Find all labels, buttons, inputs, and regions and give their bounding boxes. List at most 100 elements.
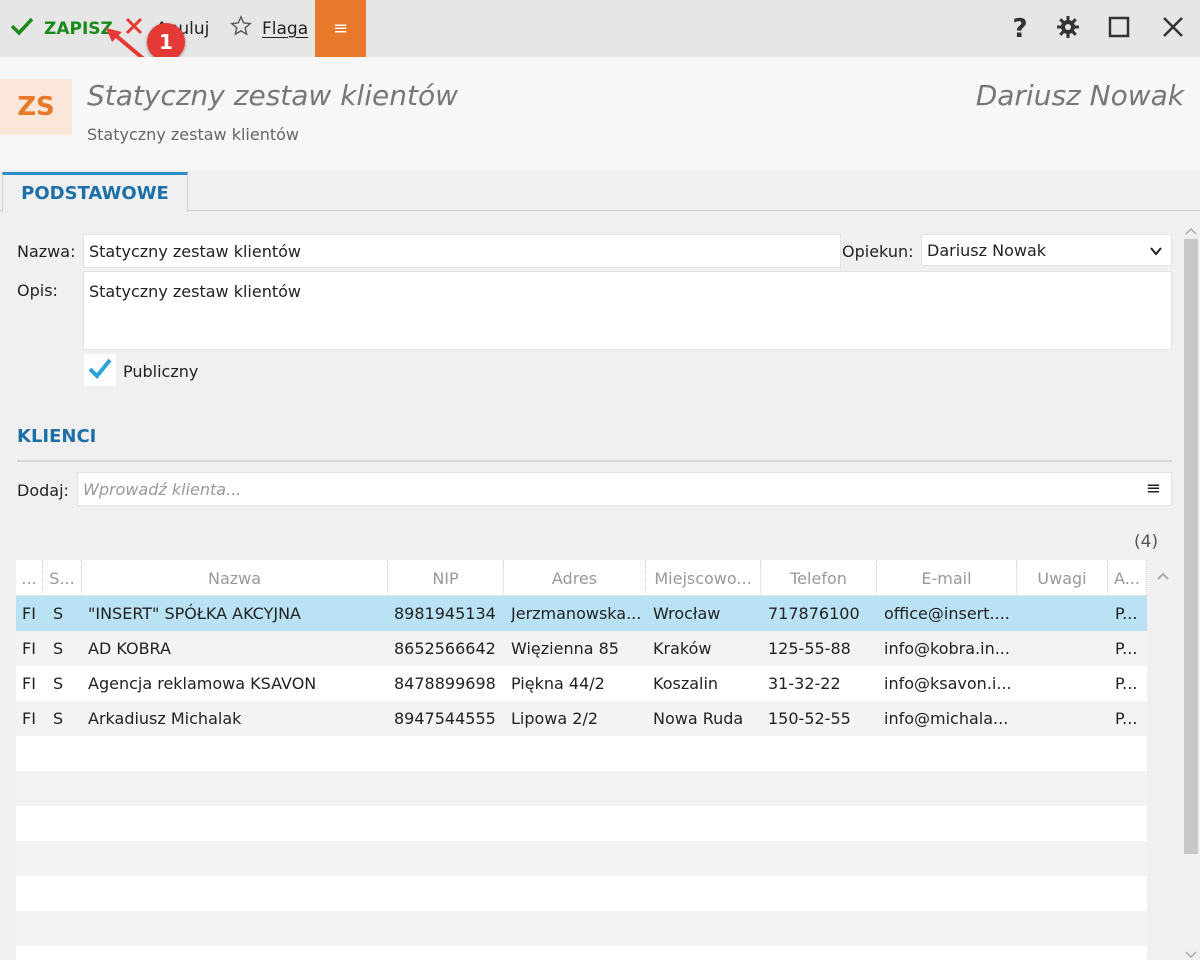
table-cell: Agencja reklamowa KSAVON (88, 674, 317, 693)
hamburger-icon: ≡ (332, 18, 349, 39)
maximize-button[interactable] (1099, 0, 1139, 57)
table-cell: Arkadiusz Michalak (88, 709, 242, 728)
save-button[interactable]: ZAPISZ (10, 0, 113, 57)
page-subtitle: Statyczny zestaw klientów (87, 125, 299, 144)
description-textarea[interactable]: Statyczny zestaw klientów (83, 271, 1172, 350)
table-cell: 8478899698 (394, 674, 496, 693)
star-icon (230, 15, 252, 42)
table-cell: P... (1115, 639, 1138, 658)
client-count: (4) (1134, 532, 1159, 552)
table-cell: 150-52-55 (768, 709, 851, 728)
table-cell: 31-32-22 (768, 674, 841, 693)
table-cell (1024, 666, 1108, 701)
table-cell: S (53, 604, 64, 623)
scrollbar[interactable] (1182, 212, 1200, 960)
column-header[interactable]: NIP (388, 560, 504, 596)
table-cell: info@ksavon.i... (884, 674, 1012, 693)
table-cell: Nowa Ruda (653, 709, 744, 728)
settings-button[interactable] (1048, 0, 1088, 57)
add-client-label: Dodaj: (17, 481, 69, 500)
description-label: Opis: (17, 281, 58, 300)
public-label: Publiczny (123, 362, 199, 381)
flag-label: Flaga (262, 18, 309, 39)
close-window-button[interactable] (1153, 0, 1193, 57)
empty-table-row (16, 736, 1147, 771)
maximize-icon (1108, 16, 1130, 42)
add-client-placeholder: Wprowadź klienta... (83, 479, 242, 499)
add-client-input[interactable]: Wprowadź klienta... ≡ (77, 472, 1172, 506)
name-label: Nazwa: (17, 242, 76, 261)
close-icon (1162, 16, 1184, 42)
clients-table: ... S... Nazwa NIP Adres Miejscowo... Telefon E… (16, 560, 1147, 960)
help-button[interactable]: ? (1000, 0, 1040, 57)
table-cell: Lipowa 2/2 (511, 709, 599, 728)
table-cell: office@insert.... (884, 604, 1010, 623)
column-header[interactable]: Telefon (761, 560, 877, 596)
column-header[interactable]: S... (43, 560, 82, 596)
column-header[interactable]: Nazwa (82, 560, 388, 596)
table-cell: Piękna 44/2 (511, 674, 605, 693)
public-checkbox[interactable] (84, 354, 116, 386)
empty-table-row (16, 911, 1147, 946)
table-row[interactable]: FI S Agencja reklamowa KSAVON 8478899698 Pię… (16, 666, 1147, 701)
flag-button[interactable]: Flaga (230, 0, 308, 57)
table-cell: P... (1115, 674, 1138, 693)
table-scroll-up-icon[interactable] (1156, 566, 1170, 585)
list-menu-icon[interactable]: ≡ (1146, 478, 1161, 499)
table-cell: FI (22, 709, 36, 728)
scroll-down-icon[interactable] (1185, 944, 1197, 960)
caretaker-select[interactable]: Dariusz Nowak (921, 234, 1172, 266)
empty-table-row (16, 771, 1147, 806)
table-cell: info@michala... (884, 709, 1009, 728)
tab-podstawowe[interactable]: PODSTAWOWE (2, 172, 188, 212)
gear-icon (1056, 15, 1080, 43)
table-cell (1024, 631, 1108, 666)
column-header[interactable]: E-mail (877, 560, 1017, 596)
table-cell: FI (22, 604, 36, 623)
column-header[interactable]: ... (16, 560, 43, 596)
table-cell (1024, 701, 1108, 736)
empty-table-row (16, 841, 1147, 876)
table-cell: AD KOBRA (88, 639, 171, 658)
table-cell: P... (1115, 709, 1138, 728)
scroll-up-icon[interactable] (1185, 220, 1197, 239)
avatar: ZS (0, 79, 72, 135)
table-cell: FI (22, 674, 36, 693)
table-cell: Więzienna 85 (511, 639, 619, 658)
table-row[interactable]: FI S AD KOBRA 8652566642 Więzienna 85 Kraków 1… (16, 631, 1147, 666)
help-icon: ? (1012, 13, 1028, 44)
name-input[interactable]: Statyczny zestaw klientów (83, 234, 841, 268)
table-body: FI S "INSERT" SPÓŁKA AKCYJNA 8981945134 Jerz… (16, 596, 1147, 960)
table-cell: "INSERT" SPÓŁKA AKCYJNA (88, 604, 301, 623)
checkmark-icon (87, 357, 113, 383)
section-divider (17, 460, 1172, 462)
table-cell: 8947544555 (394, 709, 496, 728)
table-cell: 717876100 (768, 604, 860, 623)
table-cell: Wrocław (653, 604, 721, 623)
menu-button[interactable]: ≡ (315, 0, 366, 57)
table-cell: S (53, 674, 64, 693)
table-cell: 125-55-88 (768, 639, 851, 658)
table-cell: info@kobra.in... (884, 639, 1010, 658)
owner-name: Dariusz Nowak (975, 79, 1184, 112)
column-header[interactable]: A... (1108, 560, 1147, 596)
table-row[interactable]: FI S Arkadiusz Michalak 8947544555 Lipowa 2/… (16, 701, 1147, 736)
table-header: ... S... Nazwa NIP Adres Miejscowo... Telefon E… (16, 560, 1147, 596)
column-header[interactable]: Miejscowo... (646, 560, 761, 596)
table-cell: 8981945134 (394, 604, 496, 623)
table-cell: Koszalin (653, 674, 719, 693)
table-cell: Jerzmanowska... (511, 604, 642, 623)
column-header[interactable]: Adres (504, 560, 646, 596)
column-header[interactable]: Uwagi (1017, 560, 1108, 596)
table-cell: 8652566642 (394, 639, 496, 658)
caretaker-value: Dariusz Nowak (927, 240, 1047, 260)
table-cell: FI (22, 639, 36, 658)
table-row[interactable]: FI S "INSERT" SPÓŁKA AKCYJNA 8981945134 Jerz… (16, 596, 1147, 631)
table-cell: Kraków (653, 639, 712, 658)
empty-table-row (16, 876, 1147, 911)
chevron-down-icon (1149, 243, 1163, 262)
annotation-badge: 1 (147, 23, 185, 61)
table-cell: P... (1115, 604, 1138, 623)
scrollbar-thumb[interactable] (1184, 239, 1198, 854)
tab-bar: PODSTAWOWE (0, 170, 1200, 212)
